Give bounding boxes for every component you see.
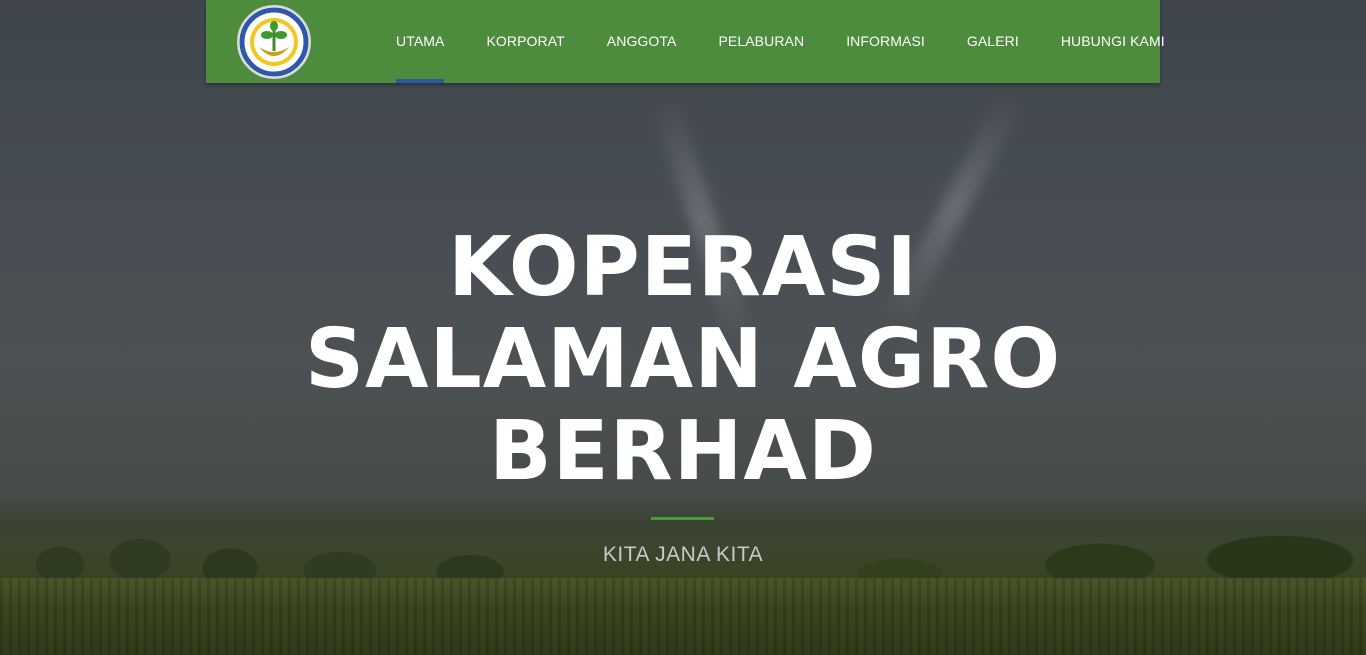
nav-item-galeri[interactable]: GALERI: [967, 0, 1019, 83]
hero-title: KOPERASI SALAMAN AGRO BERHAD: [0, 222, 1366, 498]
hero-title-line: SALAMAN AGRO: [304, 312, 1062, 407]
top-navbar: UTAMA KORPORAT ANGGOTA PELABURAN INFORMA…: [206, 0, 1165, 83]
crop-field: [0, 578, 1366, 655]
nav-item-informasi[interactable]: INFORMASI: [846, 0, 925, 83]
hero-title-line: BERHAD: [489, 404, 877, 499]
nav-item-anggota[interactable]: ANGGOTA: [607, 0, 677, 83]
title-divider: [651, 517, 714, 520]
brand-logo[interactable]: [237, 5, 311, 79]
hero-title-line: KOPERASI: [448, 220, 918, 315]
nav-item-hubungi-kami[interactable]: HUBUNGI KAMI: [1061, 0, 1165, 83]
nav-item-korporat[interactable]: KORPORAT: [486, 0, 564, 83]
main-menu: UTAMA KORPORAT ANGGOTA PELABURAN INFORMA…: [396, 0, 1165, 83]
leaf-emblem-icon: [239, 7, 309, 77]
hero-tagline: KITA JANA KITA: [602, 543, 764, 566]
nav-item-pelaburan[interactable]: PELABURAN: [718, 0, 804, 83]
nav-item-utama[interactable]: UTAMA: [396, 0, 445, 83]
